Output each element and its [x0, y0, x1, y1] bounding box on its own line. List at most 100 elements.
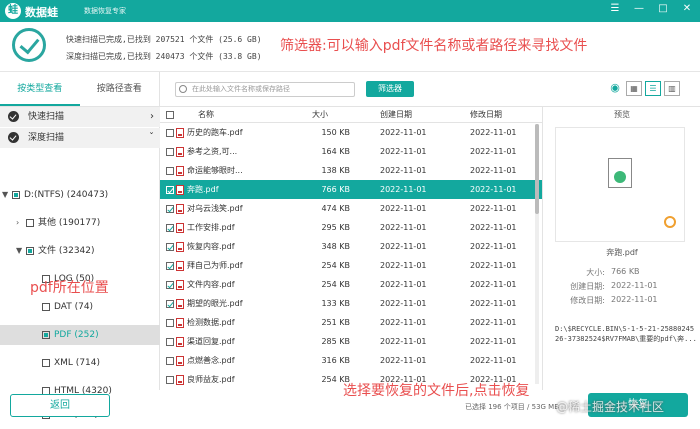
close-icon[interactable]: ✕ [680, 3, 694, 14]
row-created: 2022-11-01 [380, 299, 427, 308]
row-size: 766 KB [321, 185, 350, 194]
minimize-icon[interactable]: — [632, 3, 646, 14]
expand-arrow-icon[interactable]: ▼ [2, 185, 12, 205]
table-row[interactable]: 恢复内容.pdf 348 KB 2022-11-01 2022-11-01 [160, 237, 542, 256]
preview-path: D:\$RECYCLE.BIN\S-1-5-21-2588024526-3738… [555, 325, 697, 343]
table-row[interactable]: 期望的眼光.pdf 133 KB 2022-11-01 2022-11-01 [160, 294, 542, 313]
preview-file-name: 奔跑.pdf [606, 248, 638, 257]
row-checkbox[interactable] [166, 351, 174, 370]
list-view-icon[interactable]: ☰ [645, 81, 661, 96]
zoom-icon[interactable] [664, 216, 676, 228]
row-checkbox[interactable] [166, 370, 174, 389]
tab-by-type[interactable]: 按类型查看 [0, 72, 80, 106]
tree-checkbox[interactable] [26, 246, 34, 255]
table-row[interactable]: 点燃善念.pdf 316 KB 2022-11-01 2022-11-01 [160, 351, 542, 370]
expand-arrow-icon[interactable]: › [16, 213, 26, 233]
pdf-file-icon [176, 374, 184, 385]
app-name: 数据蛙 [25, 6, 58, 19]
pdf-file-icon [176, 279, 184, 290]
menu-icon[interactable]: ☰ [608, 3, 622, 14]
row-size: 316 KB [321, 356, 350, 365]
row-created: 2022-11-01 [380, 356, 427, 365]
tree-checkbox[interactable] [42, 358, 50, 367]
table-scrollbar[interactable] [535, 124, 539, 384]
row-checkbox[interactable] [166, 199, 174, 218]
row-created: 2022-11-01 [380, 223, 427, 232]
row-checkbox[interactable] [166, 218, 174, 237]
grid-view-icon[interactable]: ▦ [626, 81, 642, 96]
expand-arrow-icon[interactable]: ▼ [16, 241, 26, 261]
table-row[interactable]: 文件内容.pdf 254 KB 2022-11-01 2022-11-01 [160, 275, 542, 294]
pdf-file-icon [176, 241, 184, 252]
tree-node-xml[interactable]: XML (714) [42, 353, 100, 373]
row-name: 点燃善念.pdf [176, 351, 272, 370]
deep-scan-row[interactable]: 深度扫描 ˇ [0, 128, 160, 148]
tree-node-drive[interactable]: ▼ D:(NTFS) (240473) [2, 185, 108, 205]
row-checkbox[interactable] [166, 275, 174, 294]
row-checkbox[interactable] [166, 142, 174, 161]
detail-view-icon[interactable]: ▥ [664, 81, 680, 96]
row-checkbox[interactable] [166, 313, 174, 332]
row-created: 2022-11-01 [380, 147, 427, 156]
table-row[interactable]: 历史的跑车.pdf 150 KB 2022-11-01 2022-11-01 [160, 123, 542, 142]
table-row[interactable]: 检测数据.pdf 251 KB 2022-11-01 2022-11-01 [160, 313, 542, 332]
chevron-right-icon: › [150, 111, 154, 122]
pdf-file-icon [176, 127, 184, 138]
return-button[interactable]: 返回 [10, 394, 110, 417]
row-name: 历史的跑车.pdf [176, 123, 272, 142]
tree-node-dat[interactable]: DAT (74) [42, 297, 93, 317]
select-all-checkbox[interactable] [166, 107, 174, 123]
row-name: 恢复内容.pdf [176, 237, 272, 256]
row-checkbox[interactable] [166, 256, 174, 275]
table-row[interactable]: 对乌云浅笑.pdf 474 KB 2022-11-01 2022-11-01 [160, 199, 542, 218]
tab-by-path[interactable]: 按路径查看 [80, 72, 160, 106]
header-name[interactable]: 名称 [198, 107, 294, 123]
row-checkbox[interactable] [166, 161, 174, 180]
tree-checkbox[interactable] [42, 330, 50, 339]
row-modified: 2022-11-01 [470, 185, 517, 194]
scan-complete-check-icon [12, 28, 46, 62]
tree-node-pdf[interactable]: PDF (252) [0, 325, 160, 345]
table-row[interactable]: 参考之资,可... 164 KB 2022-11-01 2022-11-01 [160, 142, 542, 161]
tree-node-other[interactable]: › 其他 (190177) [16, 213, 100, 233]
quick-scan-row[interactable]: 快速扫描 › [0, 107, 160, 127]
table-row[interactable]: 工作安排.pdf 295 KB 2022-11-01 2022-11-01 [160, 218, 542, 237]
check-circle-icon [8, 132, 19, 143]
tree-checkbox[interactable] [12, 190, 20, 199]
filter-button[interactable]: 筛选器 [366, 81, 414, 97]
chevron-down-icon: ˇ [149, 132, 154, 143]
row-size: 251 KB [321, 318, 350, 327]
header-modified[interactable]: 修改日期 [470, 107, 502, 123]
table-row[interactable]: 拜自己为师.pdf 254 KB 2022-11-01 2022-11-01 [160, 256, 542, 275]
table-row[interactable]: 命运能够眼时... 138 KB 2022-11-01 2022-11-01 [160, 161, 542, 180]
row-name: 奔跑.pdf [176, 180, 272, 199]
row-checkbox[interactable] [166, 332, 174, 351]
eye-icon[interactable]: ◉ [607, 81, 623, 96]
maximize-icon[interactable]: □ [656, 3, 670, 14]
tree-checkbox[interactable] [26, 218, 34, 227]
tree-checkbox[interactable] [42, 302, 50, 311]
row-checkbox[interactable] [166, 180, 174, 199]
row-modified: 2022-11-01 [470, 166, 517, 175]
table-row[interactable]: 渠道回复.pdf 285 KB 2022-11-01 2022-11-01 [160, 332, 542, 351]
row-name: 参考之资,可... [176, 142, 272, 161]
location-annotation: pdf所在位置 [30, 280, 109, 296]
row-modified: 2022-11-01 [470, 128, 517, 137]
row-checkbox[interactable] [166, 123, 174, 142]
table-header: 名称 大小 创建日期 修改日期 [160, 107, 542, 123]
row-checkbox[interactable] [166, 294, 174, 313]
row-name: 工作安排.pdf [176, 218, 272, 237]
header-size[interactable]: 大小 [290, 107, 350, 123]
scrollbar-thumb[interactable] [535, 124, 539, 214]
header-created[interactable]: 创建日期 [380, 107, 412, 123]
table-row[interactable]: 奔跑.pdf 766 KB 2022-11-01 2022-11-01 [160, 180, 542, 199]
row-created: 2022-11-01 [380, 318, 427, 327]
row-checkbox[interactable] [166, 237, 174, 256]
file-toolbar: 在此处输入文件名称或保存路径 筛选器 ◉ ▦ ☰ ▥ [160, 72, 700, 107]
deep-scan-status: 深度扫描已完成,已找到 240473 个文件 (33.8 GB) [66, 52, 262, 61]
pdf-file-icon [176, 260, 184, 271]
tree-node-files[interactable]: ▼ 文件 (32342) [16, 241, 95, 261]
pdf-file-icon [176, 355, 184, 366]
search-input[interactable]: 在此处输入文件名称或保存路径 [175, 82, 355, 97]
row-name: 检测数据.pdf [176, 313, 272, 332]
